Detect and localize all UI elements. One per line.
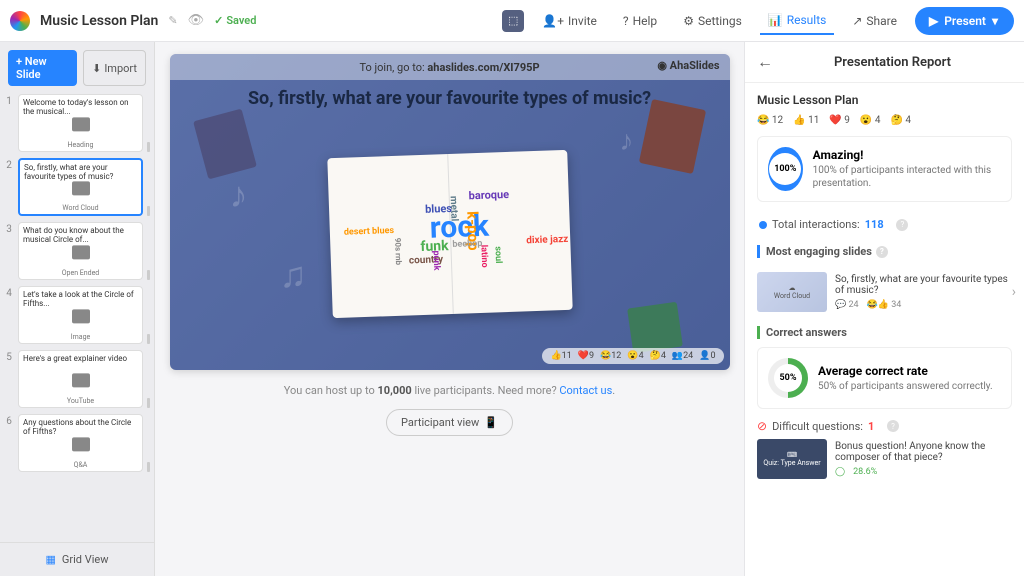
decoration — [638, 99, 705, 174]
slide-stage: To join, go to: ahaslides.com/XI795P ◉ A… — [170, 54, 730, 370]
share-button[interactable]: ↗ Share — [844, 8, 905, 34]
top-bar: Music Lesson Plan ✎ 👁 ✓ Saved ⬚ 👤+ Invit… — [0, 0, 1024, 42]
wordcloud-word: 90s rnb — [393, 238, 403, 266]
record-icon[interactable]: ⬚ — [502, 10, 524, 32]
slide-thumbnail[interactable]: Here's a great explainer video YouTube — [18, 350, 143, 408]
slides-list: 1 Welcome to today's lesson on the music… — [0, 94, 154, 542]
decoration — [627, 302, 683, 354]
results-tab[interactable]: 📊 Results — [760, 7, 835, 35]
engaging-slide-item[interactable]: ☁Word Cloud So, firstly, what are your f… — [757, 266, 1012, 318]
edit-title-icon[interactable]: ✎ — [168, 14, 177, 27]
music-note-icon: ♫ — [280, 254, 310, 294]
help-icon[interactable]: ? — [896, 219, 908, 231]
slide-thumbnail: ⌨Quiz: Type Answer — [757, 439, 827, 479]
chevron-right-icon: › — [1012, 284, 1016, 300]
new-slide-button[interactable]: + New Slide — [8, 50, 77, 86]
correct-rate-title: Average correct rate — [818, 364, 993, 378]
slide-thumbnail[interactable]: Any questions about the Circle of Fifths… — [18, 414, 143, 472]
canvas-area: To join, go to: ahaslides.com/XI795P ◉ A… — [155, 42, 744, 576]
engagement-card: 100% Amazing! 100% of participants inter… — [757, 136, 1012, 202]
back-icon[interactable]: ← — [757, 52, 773, 72]
progress-ring-icon: 50% — [768, 358, 808, 398]
correct-rate-card: 50% Average correct rate 50% of particip… — [757, 347, 1012, 409]
stage-reactions-bar[interactable]: 👍11❤️9😂12😮4🤔4👥24👤0 — [542, 348, 723, 364]
slide-question: So, firstly, what are your favourite typ… — [170, 88, 730, 109]
correct-rate-subtitle: 50% of participants answered correctly. — [818, 380, 993, 393]
main-area: + New Slide ⬇ Import 1 Welcome to today'… — [0, 42, 1024, 576]
visibility-icon[interactable]: 👁 — [188, 13, 205, 28]
total-interactions: Total interactions: 118 ? — [757, 212, 1012, 237]
slide-thumbnail[interactable]: What do you know about the musical Circl… — [18, 222, 143, 280]
grid-view-button[interactable]: ▦Grid View — [0, 542, 154, 576]
contact-link[interactable]: Contact us — [559, 384, 612, 397]
help-icon[interactable]: ? — [876, 246, 888, 258]
wordcloud-book: rockfunkk-popbluesbaroquemetalbeebopcoun… — [327, 150, 572, 318]
wordcloud-word: metal — [447, 196, 459, 222]
presentation-title[interactable]: Music Lesson Plan — [40, 13, 158, 29]
wordcloud-word: soul — [492, 246, 503, 263]
difficult-question-item[interactable]: ⌨Quiz: Type Answer Bonus question! Anyon… — [757, 439, 1012, 479]
help-button[interactable]: ? Help — [615, 8, 665, 34]
present-button[interactable]: ▶ Present ▾ — [915, 7, 1014, 35]
wordcloud-word: desert blues — [343, 226, 394, 238]
settings-button[interactable]: ⚙ Settings — [675, 8, 750, 34]
slide-thumbnail[interactable]: So, firstly, what are your favourite typ… — [18, 158, 143, 216]
saved-status: ✓ Saved — [214, 14, 256, 27]
import-button[interactable]: ⬇ Import — [83, 50, 146, 86]
engaging-slide-title: So, firstly, what are your favourite typ… — [835, 274, 1012, 296]
brand-logo: ◉ AhaSlides — [657, 59, 719, 72]
music-note-icon: ♪ — [230, 174, 260, 214]
amazing-subtitle: 100% of participants interacted with thi… — [813, 164, 1001, 190]
slide-thumbnail: ☁Word Cloud — [757, 272, 827, 312]
difficult-questions: ⊘Difficult questions: 1 ? — [757, 419, 1012, 433]
report-title: Presentation Report — [773, 55, 1012, 70]
report-reactions: 😂 12👍 11❤️ 9😮 4🤔 4 — [757, 115, 1012, 126]
invite-button[interactable]: 👤+ Invite — [534, 8, 605, 34]
help-icon[interactable]: ? — [887, 420, 899, 432]
progress-ring-icon: 100% — [768, 147, 803, 191]
report-panel: ← Presentation Report Music Lesson Plan … — [744, 42, 1024, 576]
difficult-question-title: Bonus question! Anyone know the composer… — [835, 441, 1012, 463]
wordcloud-word: latino — [478, 245, 489, 268]
slide-thumbnail[interactable]: Let's take a look at the Circle of Fifth… — [18, 286, 143, 344]
wordcloud-word: dixie jazz — [526, 234, 568, 246]
wordcloud-word: baroque — [468, 188, 509, 202]
participant-view-button[interactable]: Participant view 📱 — [386, 409, 513, 436]
wordcloud-word: punk — [430, 251, 441, 271]
decoration — [193, 109, 257, 180]
slide-thumbnail[interactable]: Welcome to today's lesson on the musical… — [18, 94, 143, 152]
amazing-title: Amazing! — [813, 148, 1001, 162]
app-logo-icon — [10, 11, 30, 31]
host-limit-text: You can host up to 10,000 live participa… — [284, 384, 615, 397]
join-bar: To join, go to: ahaslides.com/XI795P ◉ A… — [170, 54, 730, 80]
slide-sidebar: + New Slide ⬇ Import 1 Welcome to today'… — [0, 42, 155, 576]
engaging-slides-heading: Most engaging slides? — [757, 245, 1012, 258]
report-presentation-name: Music Lesson Plan — [757, 93, 1012, 107]
correct-answers-heading: Correct answers — [757, 326, 1012, 339]
